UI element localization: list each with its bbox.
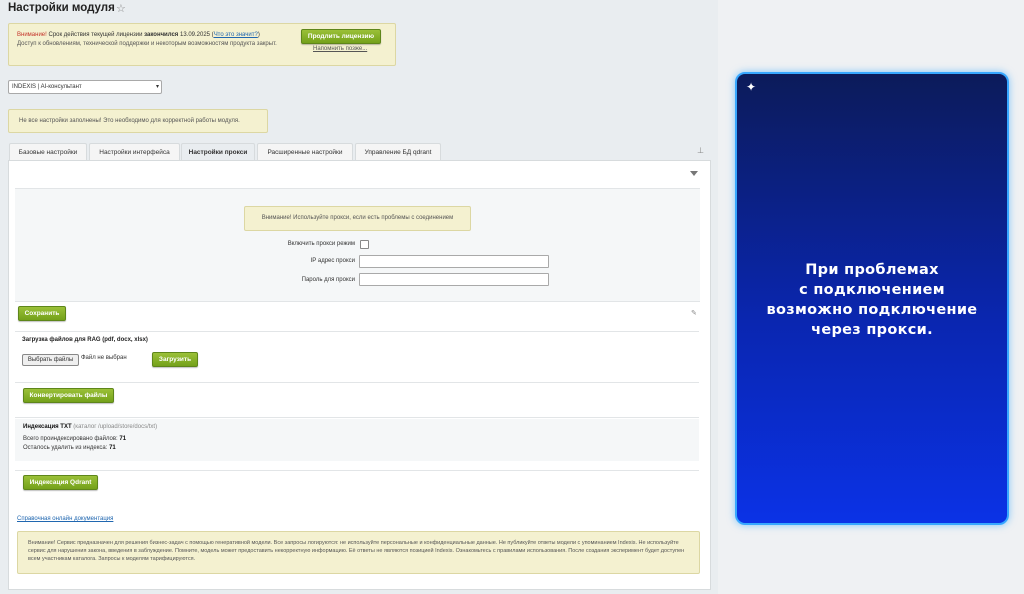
remove-label: Осталось удалить из индекса:	[23, 445, 110, 451]
what-does-it-mean-link[interactable]: Что это значит?	[214, 32, 258, 38]
tab-advanced[interactable]: Расширенные настройки	[257, 143, 353, 161]
star-icon[interactable]: ☆	[116, 2, 126, 15]
chevron-down-icon: ▾	[155, 84, 159, 90]
divider	[15, 382, 699, 383]
proxy-ip-input[interactable]	[359, 255, 549, 268]
remove-count: 71	[109, 445, 116, 451]
pin-icon[interactable]: ⊥	[697, 146, 704, 155]
warning-text: Срок действия текущей лицензии	[46, 32, 145, 38]
page-title: Настройки модуля	[8, 2, 115, 14]
warning-text-2: Доступ к обновлениям, технической поддер…	[17, 41, 277, 47]
promo-card: ✦ При проблемах с подключением возможно …	[735, 72, 1009, 525]
module-select-value: INDEXIS | AI-консультант	[12, 84, 82, 90]
promo-card-text: При проблемах с подключением возможно по…	[766, 262, 978, 338]
sparkle-icon: ✦	[746, 80, 757, 94]
qdrant-index-button[interactable]: Индексация Qdrant	[23, 475, 98, 490]
warning-label: Внимание!	[17, 32, 47, 38]
indexing-dir: (каталог /upload/store/docs/txt)	[71, 424, 158, 430]
indexed-count: 71	[119, 436, 127, 442]
warning-date: 13.09.2025	[178, 32, 211, 38]
indexing-title: Индексация TXT	[23, 424, 72, 430]
footer-notice: Внимание! Сервис предназначен для решени…	[17, 531, 700, 574]
collapse-arrow-icon[interactable]	[690, 171, 698, 176]
documentation-link[interactable]: Справочная онлайн документация	[17, 516, 113, 522]
module-select[interactable]: INDEXIS | AI-консультант ▾	[8, 80, 162, 94]
warning-status: закончился	[144, 32, 179, 38]
tab-proxy[interactable]: Настройки прокси	[181, 143, 255, 161]
no-file-label: Файл не выбран	[81, 355, 127, 361]
divider	[15, 331, 699, 332]
settings-notice-text: Не все настройки заполнены! Это необходи…	[19, 118, 240, 124]
proxy-ip-label: IP адрес прокси	[310, 258, 355, 264]
footer-notice-text: Внимание! Сервис предназначен для решени…	[28, 540, 685, 562]
save-button[interactable]: Сохранить	[18, 306, 66, 321]
divider	[15, 417, 699, 418]
settings-notice: Не все настройки заполнены! Это необходи…	[8, 109, 268, 133]
proxy-password-input[interactable]	[359, 273, 549, 286]
tab-basic[interactable]: Базовые настройки	[9, 143, 87, 161]
pin-icon-2[interactable]: ✎	[691, 309, 697, 317]
renew-license-button[interactable]: Продлить лицензию	[301, 29, 381, 44]
choose-files-button[interactable]: Выбрать файлы	[22, 354, 79, 366]
proxy-notice: Внимание! Используйте прокси, если есть …	[244, 206, 471, 231]
license-warning: Внимание! Срок действия текущей лицензии…	[8, 23, 396, 66]
divider	[15, 470, 699, 471]
enable-proxy-checkbox[interactable]	[360, 240, 369, 249]
tab-qdrant[interactable]: Управление БД qdrant	[355, 143, 441, 161]
enable-proxy-label: Включить прокси режим	[287, 241, 355, 247]
tab-interface[interactable]: Настройки интерфейса	[89, 143, 180, 161]
upload-button[interactable]: Загрузить	[152, 352, 198, 367]
rag-title: Загрузка файлов для RAG (pdf, docx, xlsx…	[22, 337, 148, 343]
convert-files-button[interactable]: Конвертировать файлы	[23, 388, 114, 403]
remind-later-link[interactable]: Напомнить позже...	[313, 45, 367, 54]
proxy-password-label: Пароль для прокси	[301, 277, 355, 283]
indexed-label: Всего проиндексировано файлов:	[23, 436, 120, 442]
